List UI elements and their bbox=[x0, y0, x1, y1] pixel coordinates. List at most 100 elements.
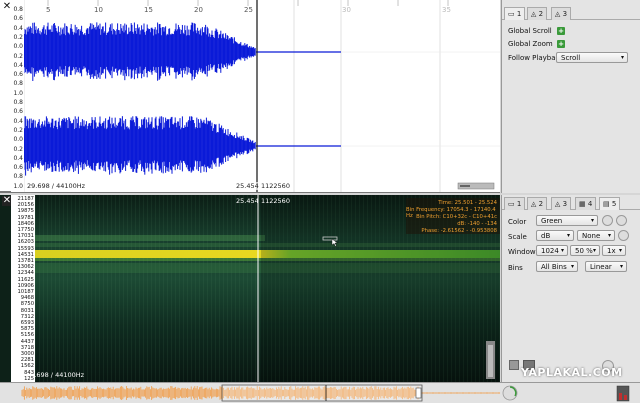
frequency-tick: 16203 bbox=[17, 239, 34, 246]
layer-color-icon[interactable] bbox=[509, 360, 519, 370]
frequency-tick: 3718 bbox=[20, 344, 34, 351]
color-label: Color bbox=[508, 218, 527, 226]
follow-playback-select[interactable]: Scroll ▾ bbox=[556, 52, 628, 63]
chevron-down-icon: ▾ bbox=[607, 232, 611, 239]
chevron-down-icon: ▾ bbox=[570, 263, 574, 270]
tab-label: 1 bbox=[516, 10, 522, 18]
frequency-tick: 19781 bbox=[17, 214, 34, 221]
tab-4[interactable]: ▦ 4 bbox=[575, 197, 597, 210]
bins-label: Bins bbox=[508, 264, 523, 272]
amplitude-tick: 0.8 bbox=[13, 80, 23, 88]
follow-playback-value: Scroll bbox=[561, 54, 581, 62]
frequency-tick: 18406 bbox=[17, 220, 34, 227]
overview-strip[interactable] bbox=[0, 382, 640, 403]
frequency-tick: 17031 bbox=[17, 233, 34, 240]
overview-svg[interactable] bbox=[0, 383, 640, 403]
layer-tabs: ▭ 1 ◬ 2 ◬ 3 ▦ 4 ▤ 5 bbox=[502, 197, 640, 210]
frequency-tick: 843 bbox=[24, 369, 34, 376]
tab-5[interactable]: ▤ 5 bbox=[599, 197, 621, 210]
chevron-down-icon: ▾ bbox=[590, 217, 594, 224]
frequency-tick: 6593 bbox=[20, 320, 34, 326]
normalize-select[interactable]: None ▾ bbox=[577, 230, 615, 241]
frequency-tick: 21187 bbox=[17, 196, 34, 202]
window-size-value: 1024 bbox=[541, 247, 559, 255]
sample-rate-label: 29.698 / 44100Hz bbox=[27, 182, 86, 190]
frequency-tick: 1562 bbox=[20, 363, 34, 370]
scale-label: Scale bbox=[508, 233, 527, 241]
chevron-down-icon: ▾ bbox=[560, 247, 564, 254]
spectrogram-area[interactable]: Time: 25.501 - 25.524 Bin Frequency: 170… bbox=[35, 195, 500, 382]
layer-properties-bottom: ▭ 1 ◬ 2 ◬ 3 ▦ 4 ▤ 5 Color Green ▾ Scale d… bbox=[501, 195, 640, 382]
global-scroll-toggle[interactable]: + bbox=[557, 27, 565, 35]
window-size-select[interactable]: 1024 ▾ bbox=[536, 245, 568, 256]
frequency-tick: 10906 bbox=[17, 282, 34, 289]
waveform-area[interactable]: 5 10 15 20 25 30 35 29.698 / 44100Hz 25.… bbox=[23, 0, 500, 192]
frequency-tick: 13062 bbox=[17, 264, 34, 271]
frequency-tick: 4437 bbox=[20, 338, 34, 345]
window-label: Window bbox=[508, 248, 536, 256]
window-overlap-select[interactable]: 50 % ▾ bbox=[570, 245, 600, 256]
amplitude-tick: 0.2 bbox=[13, 52, 23, 60]
chevron-down-icon: ▾ bbox=[619, 263, 623, 270]
tab-1[interactable]: ▭ 1 bbox=[504, 197, 526, 210]
tab-icon: ▭ bbox=[508, 200, 517, 208]
cursor-frame-label: 1122560 bbox=[261, 182, 290, 190]
gain-knob[interactable] bbox=[602, 215, 613, 226]
amplitude-tick: 0.8 bbox=[13, 173, 23, 181]
color-select[interactable]: Green ▾ bbox=[536, 215, 598, 226]
spectrogram-pane[interactable]: ✕ 21187 20156 19875 19781 18406 17750 17031 162… bbox=[0, 195, 500, 382]
tab-icon: ◬ bbox=[531, 200, 539, 208]
tab-3[interactable]: ◬ 3 bbox=[551, 197, 572, 210]
playback-speed-dial[interactable] bbox=[502, 385, 518, 401]
chevron-down-icon: ▾ bbox=[620, 54, 624, 61]
ruler-label: 25 bbox=[244, 6, 253, 14]
bins-select[interactable]: All Bins ▾ bbox=[536, 261, 578, 272]
frequency-tick: 10187 bbox=[17, 289, 34, 295]
threshold-knob[interactable] bbox=[618, 230, 629, 241]
amplitude-tick: 0.2 bbox=[13, 126, 23, 134]
frequency-tick: 17750 bbox=[17, 227, 34, 233]
tab-icon: ◬ bbox=[555, 200, 563, 208]
tab-label: 3 bbox=[562, 10, 568, 18]
waveform-pane[interactable]: ✕ 0.8 0.6 0.4 0.2 0.0 0.2 0.4 0.6 0.8 1.0 0.8 0.6 0.… bbox=[0, 0, 500, 193]
frequency-tick: 7312 bbox=[20, 313, 34, 320]
tab-icon: ▤ bbox=[603, 200, 612, 208]
tab-label: 1 bbox=[516, 200, 522, 208]
watermark: YAPLAKAL.COM bbox=[521, 366, 623, 379]
amplitude-tick: 0.4 bbox=[13, 24, 23, 32]
tab-label: 2 bbox=[538, 10, 544, 18]
frequency-tick: 19875 bbox=[17, 208, 34, 215]
ruler-label: 35 bbox=[442, 6, 451, 14]
amplitude-scale: 0.8 0.6 0.4 0.2 0.0 0.2 0.4 0.6 0.8 1.0 0.8 0.6 0.4 0… bbox=[11, 0, 24, 192]
frequency-tick: 14531 bbox=[17, 251, 34, 258]
tab-3[interactable]: ◬ 3 bbox=[551, 7, 572, 20]
offset-knob[interactable] bbox=[616, 215, 627, 226]
amplitude-tick: 0.2 bbox=[13, 145, 23, 153]
frequency-tick: 125 bbox=[24, 375, 34, 382]
scale-value: dB bbox=[541, 232, 551, 240]
waveform-svg[interactable] bbox=[23, 0, 500, 192]
bin-scale-select[interactable]: Linear ▾ bbox=[585, 261, 627, 272]
tab-1[interactable]: ▭ 1 bbox=[504, 7, 526, 20]
ruler-label: 15 bbox=[144, 6, 153, 14]
scale-select[interactable]: dB ▾ bbox=[536, 230, 574, 241]
frequency-tick: 5875 bbox=[20, 326, 34, 333]
layer-properties-top: ▭ 1 ◬ 2 ◬ 3 Global Scroll + Global Zoom … bbox=[501, 0, 640, 193]
amplitude-tick: 0.6 bbox=[13, 108, 23, 116]
amplitude-tick: 0.4 bbox=[13, 61, 23, 69]
frequency-tick: 2281 bbox=[20, 357, 34, 364]
overview-viewport[interactable] bbox=[221, 384, 423, 402]
tab-2[interactable]: ◬ 2 bbox=[527, 197, 548, 210]
amplitude-tick: 0.6 bbox=[13, 15, 23, 23]
sample-rate-label: 29.698 / 44100Hz bbox=[35, 371, 85, 379]
global-zoom-toggle[interactable]: + bbox=[557, 40, 565, 48]
overlay-bin-pitch: Bin Pitch: C10+32c - C10+41c bbox=[416, 214, 497, 220]
channel-1-waveform bbox=[23, 22, 256, 82]
window-zoom-select[interactable]: 1x ▾ bbox=[602, 245, 626, 256]
overlay-time: Time: 25.501 - 25.524 bbox=[438, 200, 497, 206]
overlay-phase: Phase: -2.61562 - -0.953808 bbox=[421, 228, 497, 234]
global-zoom-label: Global Zoom bbox=[508, 40, 553, 48]
sonic-visualiser-window: ✕ 0.8 0.6 0.4 0.2 0.0 0.2 0.4 0.6 0.8 1.0 0.8 0.6 0.… bbox=[0, 0, 640, 403]
tab-2[interactable]: ◬ 2 bbox=[527, 7, 548, 20]
window-zoom-value: 1x bbox=[607, 247, 616, 255]
